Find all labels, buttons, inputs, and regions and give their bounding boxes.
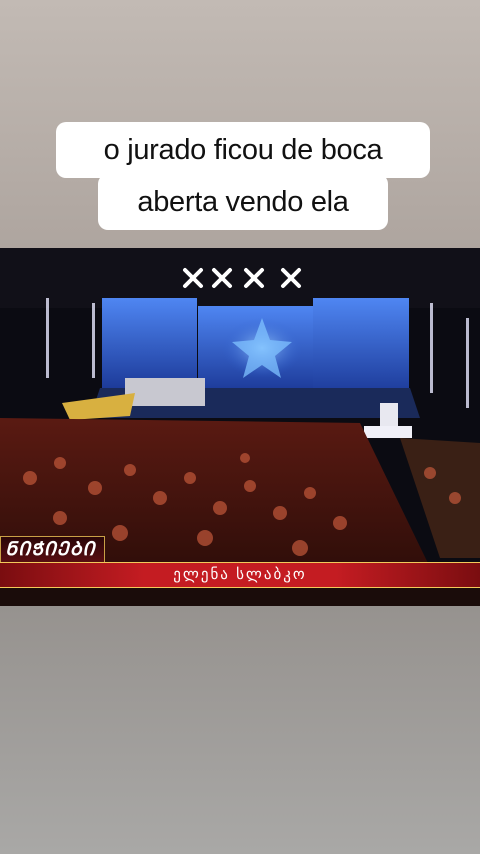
show-logo-badge: ᲜᲘᲭᲘᲔᲑᲘ bbox=[0, 536, 105, 564]
video-frame[interactable]: ᲜᲘᲭᲘᲔᲑᲘ ელენა სლაბკო bbox=[0, 248, 480, 606]
contestant-name-bar: ელენა სლაბკო bbox=[0, 562, 480, 588]
lower-third: ᲜᲘᲭᲘᲔᲑᲘ ელენა სლაბკო bbox=[0, 536, 480, 588]
caption-line-2: aberta vendo ela bbox=[98, 174, 388, 230]
side-screen-left bbox=[102, 298, 197, 388]
caption-line-1: o jurado ficou de boca bbox=[56, 122, 430, 178]
contestant-name: ელენა სლაბკო bbox=[173, 566, 307, 583]
judges-desk bbox=[125, 378, 205, 406]
side-screen-right bbox=[313, 298, 409, 393]
